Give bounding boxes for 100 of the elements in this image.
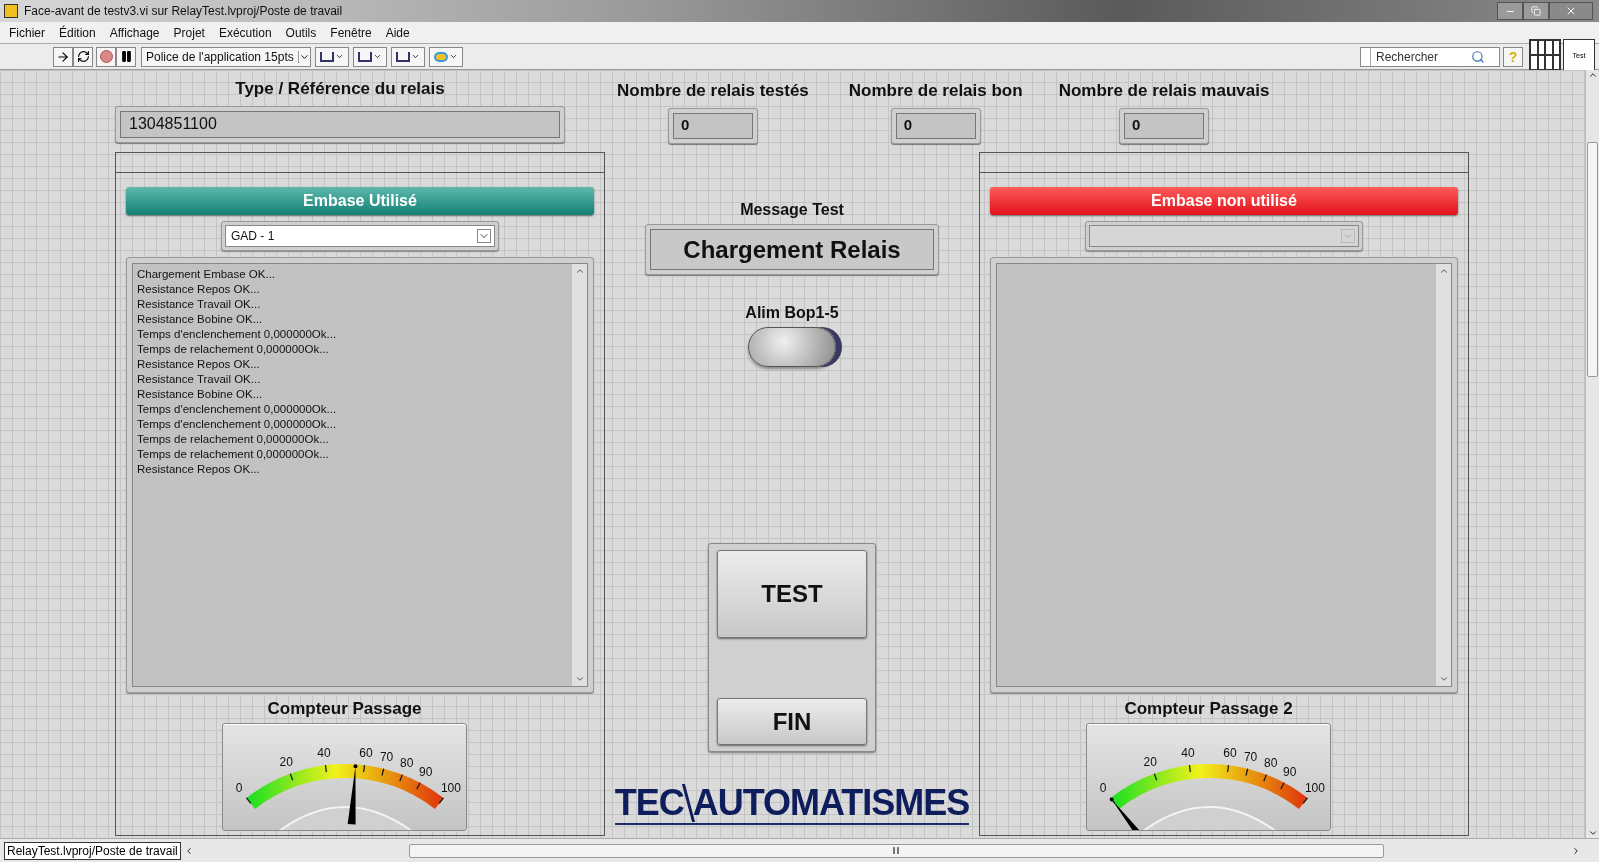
scroll-down-icon <box>1587 828 1598 838</box>
toolbar-dropdown-button[interactable] <box>314 46 349 67</box>
log-line: Temps d'enclenchement 0,000000Ok... <box>137 402 337 417</box>
logo-text: AUTOMATISMES <box>692 784 970 822</box>
font-dropdown-value: Police de l'application 15pts <box>146 48 295 66</box>
log-line: Resistance Repos OK... <box>137 282 260 297</box>
abort-button[interactable] <box>96 46 116 67</box>
embase-status-bar: Embase non utilisé <box>990 187 1458 215</box>
menu-item[interactable]: Fichier <box>2 23 52 42</box>
vertical-scrollbar[interactable] <box>572 264 587 686</box>
counter-label: Nombre de relais bon <box>848 80 1023 102</box>
counter-label: Nombre de relais testés <box>617 80 809 102</box>
search-bar[interactable]: Rechercher <box>1360 46 1500 67</box>
search-icon <box>1471 49 1485 64</box>
caret-icon <box>448 52 458 61</box>
log-line: Resistance Repos OK... <box>137 462 260 477</box>
logo-text: TEC <box>614 784 684 822</box>
gauge-tick-label: 20 <box>1143 755 1157 770</box>
gauge-tick-label: 60 <box>359 746 373 761</box>
gauge-label: Compteur Passage <box>267 699 422 719</box>
counter-label: Nombre de relais mauvais <box>1058 80 1270 102</box>
counter-value: 0 <box>903 115 913 136</box>
minimize-button[interactable] <box>1497 2 1523 20</box>
led-label: Alim Bop1-5 <box>745 303 839 323</box>
log-line: Resistance Travail OK... <box>137 297 261 312</box>
gauge-tick-label: 70 <box>379 750 394 765</box>
gauge-tick-label: 60 <box>1223 746 1237 761</box>
log-line: Temps de relachement 0,000000Ok... <box>137 432 329 447</box>
embase-dropdown[interactable]: GAD - 1 <box>225 225 495 247</box>
vertical-scrollbar[interactable] <box>1436 264 1451 686</box>
caret-icon <box>334 52 344 61</box>
panel-button[interactable]: FIN <box>717 698 867 745</box>
log-line: Temps de relachement 0,000000Ok... <box>137 447 329 462</box>
align-icon <box>357 51 372 62</box>
menu-item[interactable]: Exécution <box>211 23 279 42</box>
close-button[interactable] <box>1549 2 1593 20</box>
menu-item[interactable]: Outils <box>278 23 324 42</box>
run-arrow-icon <box>56 49 70 64</box>
log-line: Temps d'enclenchement 0,000000Ok... <box>137 417 337 432</box>
scroll-down-icon <box>1438 674 1449 684</box>
log-line: Resistance Bobine OK... <box>137 312 263 327</box>
gauge-tick-label: 40 <box>317 746 331 761</box>
caret-icon <box>410 52 420 61</box>
pause-icon <box>119 50 133 63</box>
restore-button[interactable] <box>1523 2 1549 20</box>
dropdown-caret-icon <box>477 229 491 243</box>
log-line: Temps d'enclenchement 0,000000Ok... <box>137 327 337 342</box>
scroll-up-icon <box>1587 70 1598 80</box>
close-icon <box>1565 5 1577 17</box>
run-button[interactable] <box>53 46 73 67</box>
menu-item[interactable]: Fenêtre <box>323 23 379 42</box>
menu-item[interactable]: Édition <box>52 23 103 42</box>
gauge-tick-label: 0 <box>1099 781 1107 796</box>
log-line: Temps de relachement 0,000000Ok... <box>137 342 329 357</box>
status-path: RelayTest.lvproj/Poste de travail <box>4 841 181 860</box>
gauge-tick-label: 90 <box>1283 765 1297 780</box>
gauge-tick-label: 100 <box>1304 781 1325 796</box>
caret-icon <box>372 52 382 61</box>
pause-button[interactable] <box>116 46 136 67</box>
gauge-tick-label: 20 <box>279 755 293 770</box>
gauge-tick-label: 80 <box>399 756 414 771</box>
scrollbar-thumb[interactable] <box>1587 142 1598 377</box>
gauge-tick-label: 100 <box>440 781 461 796</box>
grip-icon <box>893 847 900 854</box>
panel-button[interactable]: TEST <box>717 550 867 638</box>
gauge-tick-label: 70 <box>1243 750 1258 765</box>
labview-app-icon <box>4 4 18 18</box>
caret-icon <box>297 50 310 63</box>
gauge-tick-label: 40 <box>1181 746 1195 761</box>
toolbar-dropdown-button[interactable] <box>352 46 387 67</box>
counter-value: 0 <box>1132 115 1141 136</box>
gauge-tick-label: 90 <box>419 765 433 780</box>
embase-status-bar: Embase Utilisé <box>126 187 594 215</box>
horizontal-scrollbar-thumb[interactable] <box>408 843 1384 858</box>
stop-icon <box>99 50 113 63</box>
connector-pane-icon <box>1529 39 1561 71</box>
help-question-icon: ? <box>1508 49 1518 64</box>
restore-icon <box>1531 6 1541 16</box>
gauge-label: Compteur Passage 2 <box>1124 699 1293 719</box>
dropdown-value: GAD - 1 <box>230 228 276 245</box>
align-icon <box>319 51 334 62</box>
search-field[interactable]: Rechercher <box>1371 47 1471 66</box>
dropdown-caret-icon <box>1341 229 1355 243</box>
menu-item[interactable]: Aide <box>378 23 417 42</box>
vertical-window-scrollbar[interactable] <box>1585 70 1599 838</box>
message-label: Message Test <box>740 200 844 220</box>
reference-label: Type / Référence du relais <box>235 78 445 100</box>
reference-value: 1304851100 <box>129 114 217 134</box>
gauge-tick-label: 80 <box>1263 756 1278 771</box>
menu-item[interactable]: Projet <box>166 23 212 42</box>
scroll-up-icon <box>1438 266 1449 276</box>
scroll-down-icon <box>574 674 585 684</box>
window-title: Face-avant de testv3.vi sur RelayTest.lvproj/Poste de travail <box>24 3 343 20</box>
scroll-right-icon <box>1571 845 1581 856</box>
font-dropdown[interactable]: Police de l'application 15pts <box>141 46 311 67</box>
menu-item[interactable]: Affichage <box>102 23 167 42</box>
run-continuously-button[interactable] <box>73 46 93 67</box>
log-line: Chargement Embase OK... <box>137 267 276 282</box>
message-value: Chargement Relais <box>683 234 901 265</box>
toolbar-dropdown-button[interactable] <box>390 46 425 67</box>
